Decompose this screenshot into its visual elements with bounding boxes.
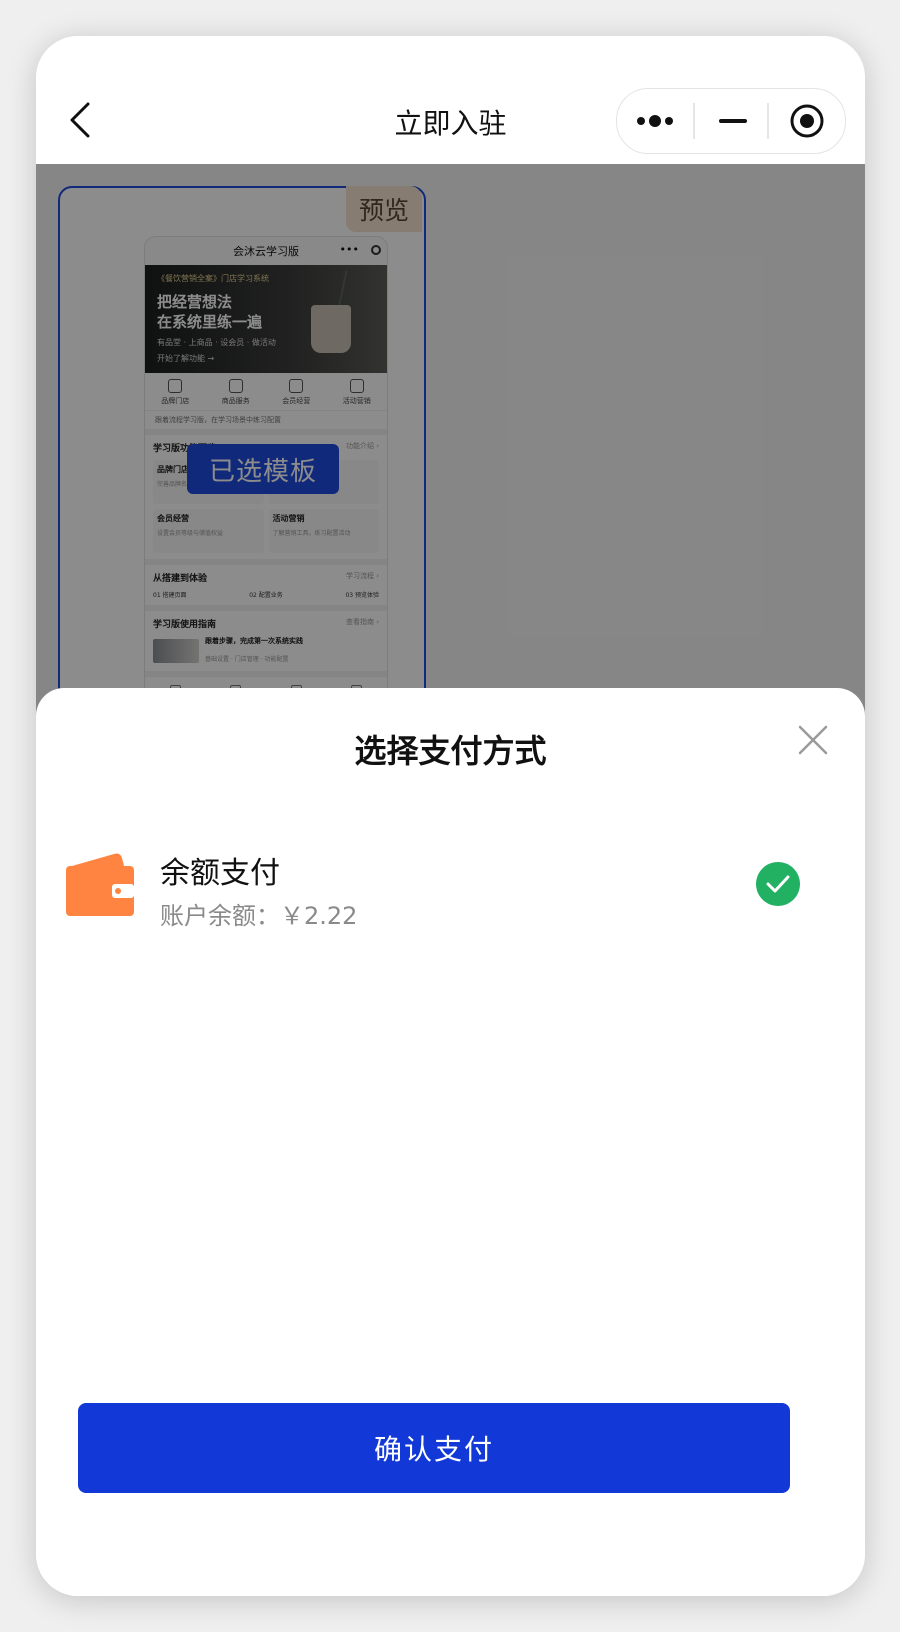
minimize-button[interactable]: [695, 89, 771, 153]
more-dots-icon: [637, 115, 673, 127]
account-balance: 账户余额：￥2.22: [160, 896, 357, 931]
payment-method-name: 余额支付: [160, 856, 280, 891]
nav-bar: 立即入驻: [36, 36, 865, 164]
exit-button[interactable]: [769, 89, 845, 153]
payment-sheet: 选择支付方式 余额支付 账户余额：￥2.22 确认支付: [36, 688, 865, 1596]
record-icon: [790, 104, 824, 138]
close-button[interactable]: [797, 724, 829, 756]
selected-check[interactable]: [756, 862, 800, 906]
more-button[interactable]: [617, 89, 693, 153]
mini-program-capsule: [616, 88, 846, 154]
balance-value: ￥2.22: [280, 902, 358, 930]
confirm-pay-button[interactable]: 确认支付: [78, 1403, 790, 1493]
balance-label: 账户余额：: [160, 902, 280, 930]
sheet-title: 选择支付方式: [354, 732, 547, 770]
minimize-icon: [719, 119, 747, 123]
payment-method-balance[interactable]: 余额支付 账户余额：￥2.22: [36, 838, 865, 938]
wallet-icon: [66, 853, 134, 916]
close-icon: [798, 725, 828, 755]
phone-frame: 立即入驻 会沐云学习版 ••• 《餐饮营销全案》门店学习系统 把经营想法 在系统…: [36, 36, 865, 1596]
check-icon: [766, 875, 790, 893]
modal-mask[interactable]: [36, 164, 865, 724]
